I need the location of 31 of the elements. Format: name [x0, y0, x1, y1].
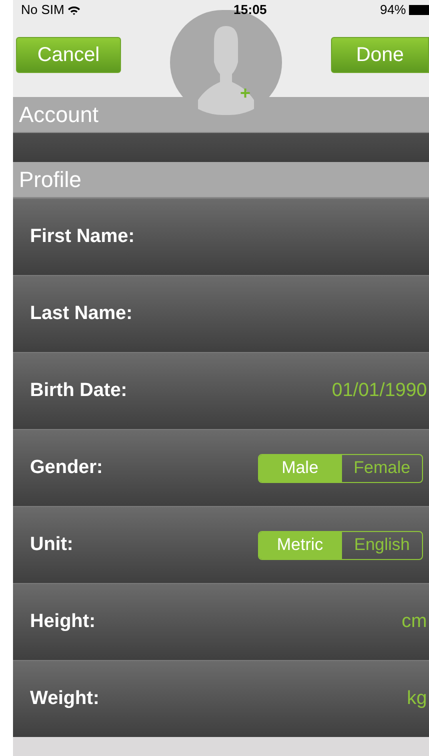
section-title: Account: [19, 101, 98, 129]
field-label: Last Name:: [30, 302, 132, 326]
wifi-icon: [68, 6, 80, 14]
segment-option[interactable]: English: [341, 532, 422, 558]
field-value[interactable]: 01/01/1990: [332, 376, 429, 406]
blank-row[interactable]: [13, 133, 429, 162]
form-row[interactable]: First Name:: [13, 198, 429, 275]
form-row[interactable]: Gender: Male Female: [13, 429, 429, 506]
segment-option[interactable]: Male: [259, 454, 341, 482]
segment-option[interactable]: Female: [341, 454, 422, 482]
field-label: Gender:: [30, 456, 103, 480]
form-row[interactable]: Birth Date: 01/01/1990: [13, 352, 429, 429]
field-label: Unit:: [30, 532, 74, 557]
section-title: Profile: [19, 166, 82, 194]
cancel-button[interactable]: Cancel: [16, 37, 121, 73]
form-row[interactable]: Height: cm: [13, 583, 429, 660]
form-row[interactable]: Unit: Metric English: [13, 506, 429, 583]
clock-text: 15:05: [234, 1, 267, 20]
segment-option[interactable]: Metric: [259, 532, 341, 558]
field-label: Weight:: [30, 686, 100, 711]
battery-text: 94%: [380, 1, 406, 20]
done-button[interactable]: Done: [331, 37, 429, 73]
carrier-text: No SIM: [21, 1, 64, 20]
battery-icon: [409, 5, 429, 15]
field-value[interactable]: cm: [402, 608, 429, 636]
field-label: First Name:: [30, 224, 135, 249]
field-value[interactable]: kg: [406, 684, 429, 714]
form-row[interactable]: Last Name:: [13, 275, 429, 352]
field-label: Birth Date:: [30, 378, 128, 403]
form-row[interactable]: Weight: kg: [13, 660, 429, 737]
field-label: Height:: [30, 610, 96, 634]
